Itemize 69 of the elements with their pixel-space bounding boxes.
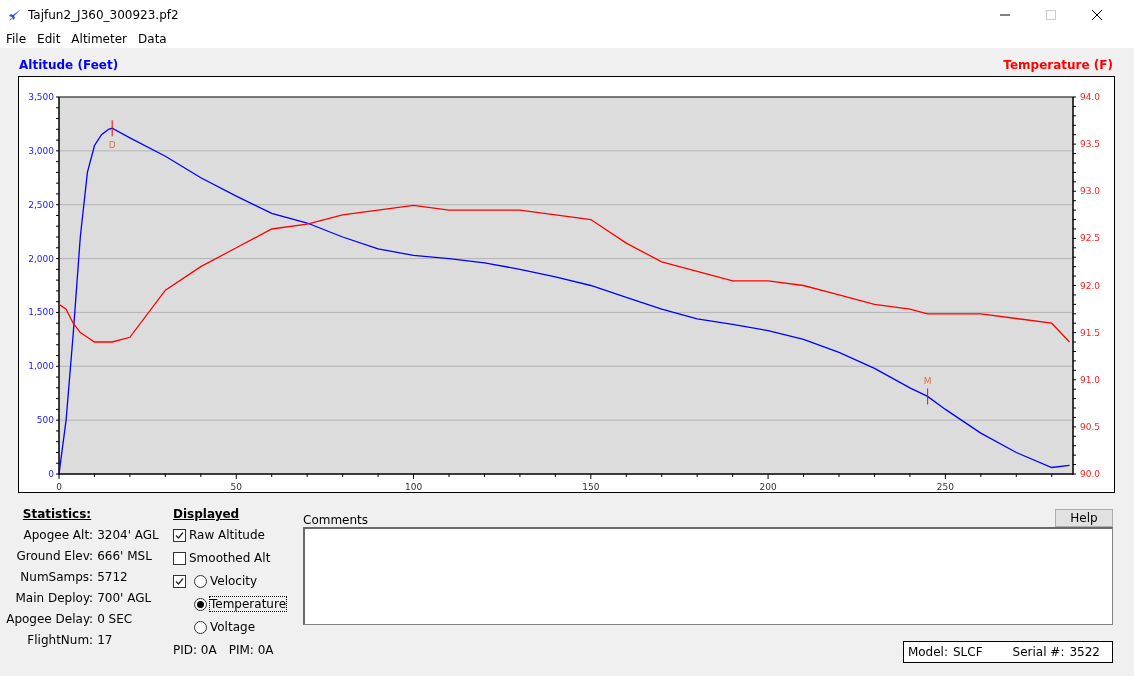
stat-value: 666' MSL: [97, 549, 153, 563]
checkbox[interactable]: [173, 574, 186, 588]
tick-label: 90.0: [1080, 469, 1101, 479]
stat-value: 3204' AGL: [97, 528, 160, 542]
menu-item[interactable]: Edit: [31, 32, 66, 46]
stat-value: 5712: [97, 570, 129, 584]
radio-label[interactable]: Temperature: [210, 597, 286, 611]
rocket-icon: [8, 8, 22, 22]
checkbox-label[interactable]: Smoothed Alt: [189, 551, 271, 565]
maximize-icon: [1046, 10, 1056, 20]
stat-value: 17: [97, 633, 114, 647]
menu-item[interactable]: File: [0, 32, 32, 46]
right-axis-title: Temperature (F): [1003, 58, 1113, 74]
tick-label: 200: [759, 482, 777, 492]
serial-value: 3522: [1069, 645, 1100, 659]
radio-button[interactable]: [194, 574, 207, 588]
tick-label: 500: [36, 415, 54, 426]
stat-label: Main Deploy:: [14, 591, 94, 605]
stat-value: 700' AGL: [97, 591, 153, 605]
tick-label: 150: [582, 482, 600, 492]
tick-label: 250: [936, 482, 954, 492]
comments-label: Comments: [303, 513, 369, 527]
radio-label[interactable]: Voltage: [210, 620, 255, 634]
section-heading: Displayed: [173, 507, 241, 521]
tick-label: 100: [404, 482, 423, 492]
tick-label: 91.5: [1080, 327, 1101, 338]
checkbox-label[interactable]: Raw Altitude: [189, 528, 265, 542]
stat-label: Apogee Alt:: [22, 528, 94, 542]
tick-label: 0: [48, 469, 54, 479]
tick-label: 90.5: [1080, 421, 1101, 432]
stat-label: Apogee Delay:: [5, 612, 94, 626]
stat-value: 0 SEC: [97, 612, 134, 626]
tick-label: 94.0: [1080, 92, 1101, 102]
annotation: D: [108, 140, 116, 151]
radio-button[interactable]: [194, 597, 207, 611]
tick-label: 3,500: [28, 92, 54, 102]
tick-label: 92.5: [1080, 233, 1101, 244]
tick-label: 0: [56, 482, 62, 492]
tick-label: 1,500: [28, 307, 54, 318]
section-heading: Statistics:: [21, 507, 93, 521]
tick-label: 93.0: [1080, 186, 1101, 197]
tick-label: 3,000: [28, 145, 54, 156]
radio-label[interactable]: Velocity: [210, 574, 258, 588]
help-button[interactable]: Help: [1055, 509, 1113, 527]
tick-label: 92.0: [1080, 280, 1101, 291]
model-value: SLCF: [953, 645, 983, 659]
comments-field[interactable]: [303, 527, 1113, 625]
checkbox[interactable]: [173, 528, 186, 542]
serial-label: Serial #:: [1012, 645, 1065, 659]
tick-label: 91.0: [1080, 374, 1101, 385]
tick-label: 50: [230, 482, 242, 492]
pid-text: PID: 0A: [173, 643, 217, 657]
model-label: Model:: [907, 645, 948, 659]
checkbox[interactable]: [173, 551, 186, 565]
menu-item[interactable]: Data: [132, 32, 172, 46]
stat-label: NumSamps:: [19, 570, 94, 584]
pim-text: PIM: 0A: [228, 643, 274, 657]
annotation: M: [923, 376, 932, 387]
left-axis-title: Altitude (Feet): [19, 58, 119, 74]
tick-label: 2,000: [28, 253, 54, 264]
stat-label: Ground Elev:: [15, 549, 94, 563]
menu-item[interactable]: Altimeter: [65, 32, 133, 46]
radio-button[interactable]: [194, 620, 207, 634]
window-title: Tajfun2_J360_300923.pf2: [28, 8, 180, 22]
tick-label: 1,000: [28, 361, 54, 372]
close-icon: [1092, 10, 1102, 20]
tick-label: 2,500: [28, 199, 54, 210]
tick-label: 93.5: [1080, 139, 1101, 150]
stat-label: FlightNum:: [26, 633, 94, 647]
